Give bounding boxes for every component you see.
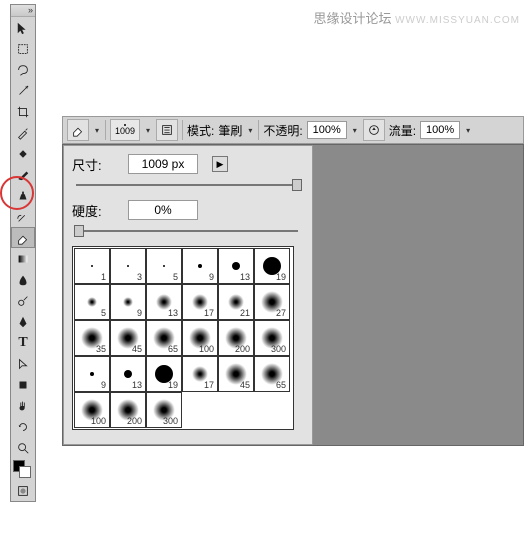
watermark-cn: 思缘设计论坛 [313,11,391,26]
brush-preset[interactable]: 19 [146,356,182,392]
eyedropper-tool[interactable] [11,122,35,143]
flow-dropdown[interactable]: ▾ [464,126,472,135]
opacity-input[interactable] [307,121,347,139]
rotate-view-tool[interactable] [11,416,35,437]
brush-settings-panel: 尺寸: ▶ 硬度: 135913195913172127354565100200… [63,145,313,445]
mode-dropdown[interactable]: ▾ [246,126,254,135]
options-bar: ▾ 1009 ▾ 模式: 筆刷 ▾ 不透明: ▾ 流量: ▾ [62,116,524,144]
brush-preset[interactable]: 45 [218,356,254,392]
brush-preset[interactable]: 300 [254,320,290,356]
brush-preset[interactable]: 17 [182,356,218,392]
opacity-label: 不透明: [263,122,302,139]
brush-preset[interactable]: 19 [254,248,290,284]
magic-wand-tool[interactable] [11,80,35,101]
clone-stamp-tool[interactable] [11,185,35,206]
canvas-area[interactable] [313,145,523,445]
crop-tool[interactable] [11,101,35,122]
watermark-en: WWW.MISSYUAN.COM [395,15,520,26]
brush-preset[interactable]: 13 [146,284,182,320]
pressure-opacity-icon[interactable] [363,119,385,141]
brush-preset[interactable]: 5 [74,284,110,320]
size-label: 尺寸: [72,155,122,174]
rectangle-tool[interactable] [11,374,35,395]
brush-preset-grid: 1359131959131721273545651002003009131917… [72,246,294,430]
brush-preset[interactable]: 65 [254,356,290,392]
eraser-icon[interactable] [67,119,89,141]
type-tool[interactable]: T [11,332,35,353]
flyout-menu-icon[interactable]: ▶ [212,156,228,172]
brush-dropdown[interactable]: ▾ [144,126,152,135]
pen-tool[interactable] [11,311,35,332]
move-tool[interactable] [11,17,35,38]
hardness-input[interactable] [128,200,198,220]
brush-preset[interactable]: 27 [254,284,290,320]
path-select-tool[interactable] [11,353,35,374]
gradient-tool[interactable] [11,248,35,269]
color-swatches[interactable] [11,458,35,480]
brush-preset[interactable]: 100 [74,392,110,428]
brush-preset[interactable]: 17 [182,284,218,320]
flow-input[interactable] [420,121,460,139]
brush-preset[interactable]: 35 [74,320,110,356]
flow-label: 流量: [389,122,416,139]
marquee-tool[interactable] [11,38,35,59]
tools-toolbar: » T [10,4,36,502]
hardness-label: 硬度: [72,201,122,220]
brush-preset[interactable]: 13 [110,356,146,392]
mode-value: 筆刷 [218,122,242,139]
brush-preset[interactable]: 5 [146,248,182,284]
brush-preset[interactable]: 45 [110,320,146,356]
toolbar-collapse[interactable]: » [11,5,35,17]
mode-label: 模式: [187,122,214,139]
brush-preset[interactable]: 13 [218,248,254,284]
tool-preset-dropdown[interactable]: ▾ [93,126,101,135]
brush-preset[interactable]: 100 [182,320,218,356]
brush-preset[interactable]: 65 [146,320,182,356]
blur-tool[interactable] [11,269,35,290]
lasso-tool[interactable] [11,59,35,80]
brush-preset[interactable]: 9 [182,248,218,284]
dodge-tool[interactable] [11,290,35,311]
brush-preset[interactable]: 200 [110,392,146,428]
history-brush-tool[interactable] [11,206,35,227]
watermark: 思缘设计论坛 WWW.MISSYUAN.COM [313,8,520,27]
brush-panel-toggle[interactable] [156,119,178,141]
eraser-tool[interactable] [11,227,35,248]
size-slider[interactable] [72,178,302,192]
brush-preset[interactable]: 9 [74,356,110,392]
background-swatch[interactable] [19,466,31,478]
brush-tool[interactable] [11,164,35,185]
hardness-slider[interactable] [72,224,302,238]
spot-heal-tool[interactable] [11,143,35,164]
hand-tool[interactable] [11,395,35,416]
brush-preset[interactable]: 21 [218,284,254,320]
opacity-dropdown[interactable]: ▾ [351,126,359,135]
brush-preset-picker[interactable]: 1009 [110,119,140,141]
size-input[interactable] [128,154,198,174]
workspace-panel: 尺寸: ▶ 硬度: 135913195913172127354565100200… [62,144,524,446]
brush-size-display: 1009 [115,126,135,136]
zoom-tool[interactable] [11,437,35,458]
brush-preset[interactable]: 1 [74,248,110,284]
brush-preset[interactable]: 300 [146,392,182,428]
brush-preset[interactable]: 9 [110,284,146,320]
brush-preset[interactable]: 3 [110,248,146,284]
quick-mask-tool[interactable] [11,480,35,501]
brush-preset[interactable]: 200 [218,320,254,356]
